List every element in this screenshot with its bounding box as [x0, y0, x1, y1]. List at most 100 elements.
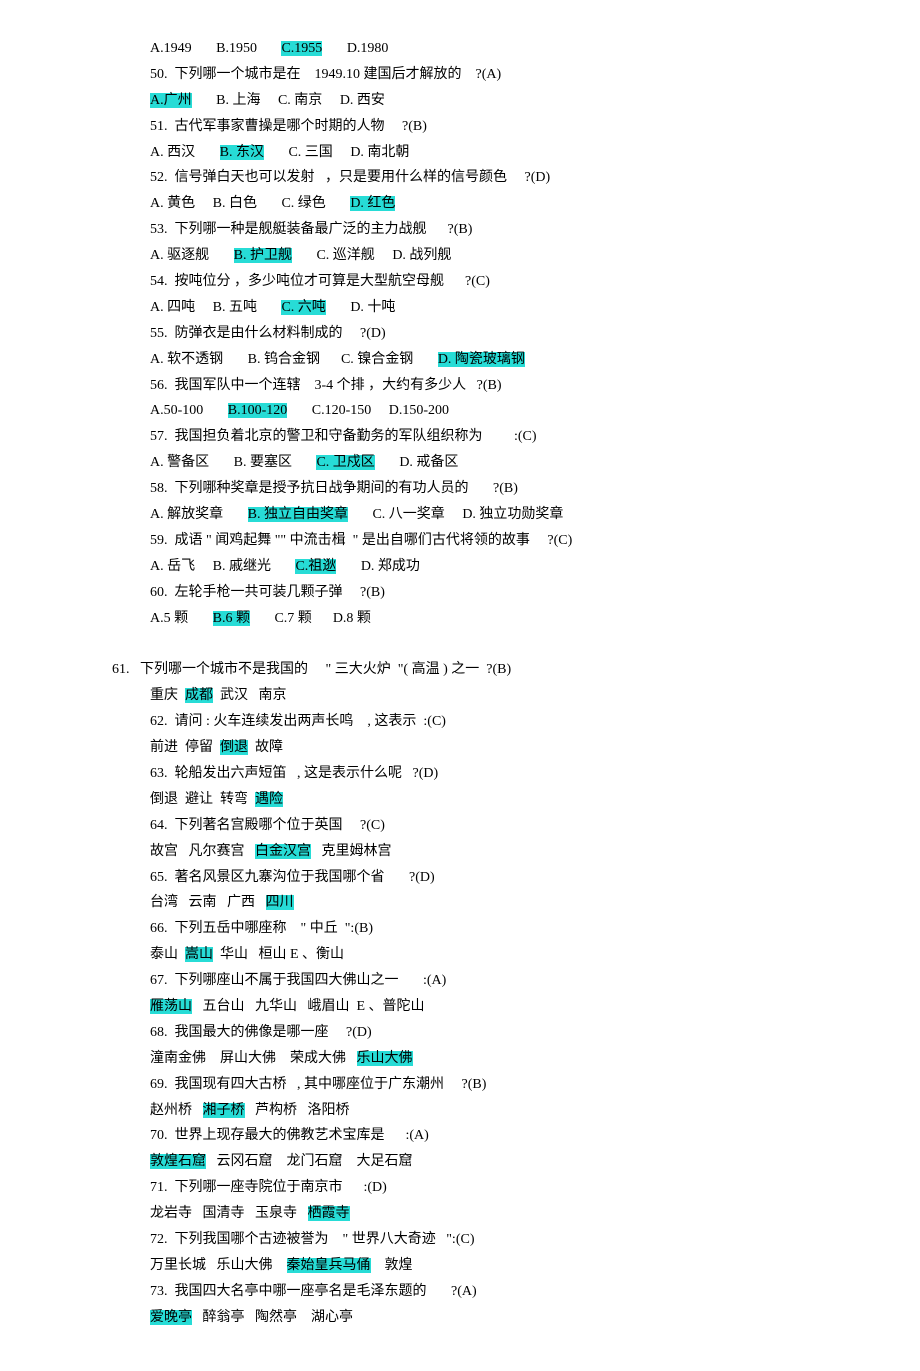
q64-ans: 白金汉宫 — [255, 844, 311, 859]
q53-a: A. 驱逐舰 — [150, 248, 209, 263]
q73-stem: 73. 我国四大名亭中哪一座亭名是毛泽东题的 ?(A) — [150, 1279, 860, 1305]
q68-ans: 乐山大佛 — [357, 1051, 413, 1066]
q60-stem: 60. 左轮手枪一共可装几颗子弹 ?(B) — [150, 580, 860, 606]
q63-stem: 63. 轮船发出六声短笛 , 这是表示什么呢 ?(D) — [150, 761, 860, 787]
q73-post: 醉翁亭 陶然亭 湖心亭 — [192, 1310, 353, 1325]
q55-b: B. 钨合金钢 — [248, 352, 320, 367]
q69-post: 芦构桥 洛阳桥 — [245, 1103, 350, 1118]
q55-stem: 55. 防弹衣是由什么材料制成的 ?(D) — [150, 321, 860, 347]
q51-b: B. 东汉 — [220, 145, 264, 160]
q55-d: D. 陶瓷玻璃钢 — [438, 352, 525, 367]
q62-ans: 倒退 — [220, 740, 248, 755]
q51-stem: 51. 古代军事家曹操是哪个时期的人物 ?(B) — [150, 114, 860, 140]
q49-c: C.1955 — [281, 41, 322, 56]
q62-stem: 62. 请问 : 火车连续发出两声长鸣 , 这表示 :(C) — [150, 709, 860, 735]
q67-stem: 67. 下列哪座山不属于我国四大佛山之一 :(A) — [150, 968, 860, 994]
q59-d: D. 郑成功 — [361, 559, 420, 574]
q73-ans: 爱晚亭 — [150, 1310, 192, 1325]
q58-c: C. 八一奖章 — [372, 507, 444, 522]
q60-d: D.8 颗 — [333, 611, 371, 626]
q72-stem: 72. 下列我国哪个古迹被誉为 " 世界八大奇迹 ":(C) — [150, 1227, 860, 1253]
q51-c: C. 三国 — [288, 145, 332, 160]
q57-d: D. 戒备区 — [399, 455, 458, 470]
q62-options: 前进 停留 倒退 故障 — [150, 735, 860, 761]
q65-ans: 四川 — [266, 895, 294, 910]
q56-d: D.150-200 — [389, 403, 449, 418]
q54-d: D. 十吨 — [350, 300, 395, 315]
q61-post: 武汉 南京 — [213, 688, 287, 703]
q50-stem: 50. 下列哪一个城市是在 1949.10 建国后才解放的 ?(A) — [150, 62, 860, 88]
q50-b: B. 上海 — [216, 93, 260, 108]
q51-options: A. 西汉 B. 东汉 C. 三国 D. 南北朝 — [150, 140, 860, 166]
q72-post: 敦煌 — [371, 1258, 413, 1273]
document-page: A.1949 B.1950 C.1955 D.1980 50. 下列哪一个城市是… — [0, 36, 920, 1331]
q66-stem: 66. 下列五岳中哪座称 " 中丘 ":(B) — [150, 916, 860, 942]
q72-options: 万里长城 乐山大佛 秦始皇兵马俑 敦煌 — [150, 1253, 860, 1279]
q54-options: A. 四吨 B. 五吨 C. 六吨 D. 十吨 — [150, 295, 860, 321]
q49-b: B.1950 — [216, 41, 257, 56]
q65-pre: 台湾 云南 广西 — [150, 895, 266, 910]
q59-c: C.祖逖 — [295, 559, 336, 574]
q60-c: C.7 颗 — [274, 611, 311, 626]
q67-ans: 雁荡山 — [150, 999, 192, 1014]
q57-b: B. 要塞区 — [234, 455, 292, 470]
q51-d: D. 南北朝 — [350, 145, 409, 160]
q60-b: B.6 颗 — [213, 611, 250, 626]
q50-d: D. 西安 — [340, 93, 385, 108]
q49-options: A.1949 B.1950 C.1955 D.1980 — [150, 36, 860, 62]
q58-stem: 58. 下列哪种奖章是授予抗日战争期间的有功人员的 ?(B) — [150, 476, 860, 502]
q72-pre: 万里长城 乐山大佛 — [150, 1258, 287, 1273]
q58-b: B. 独立自由奖章 — [248, 507, 348, 522]
q70-stem: 70. 世界上现存最大的佛教艺术宝库是 :(A) — [150, 1123, 860, 1149]
q71-stem: 71. 下列哪一座寺院位于南京市 :(D) — [150, 1175, 860, 1201]
q61-pre: 重庆 — [150, 688, 185, 703]
q57-options: A. 警备区 B. 要塞区 C. 卫戍区 D. 戒备区 — [150, 450, 860, 476]
q61-options: 重庆 成都 武汉 南京 — [150, 683, 860, 709]
q72-ans: 秦始皇兵马俑 — [287, 1258, 371, 1273]
q55-options: A. 软不透钢 B. 钨合金钢 C. 镍合金钢 D. 陶瓷玻璃钢 — [150, 347, 860, 373]
q56-stem: 56. 我国军队中一个连辖 3-4 个排 ，大约有多少人 ?(B) — [150, 373, 860, 399]
q58-d: D. 独立功勋奖章 — [462, 507, 563, 522]
q56-options: A.50-100 B.100-120 C.120-150 D.150-200 — [150, 398, 860, 424]
q59-b: B. 戚继光 — [213, 559, 271, 574]
q50-options: A.广州 B. 上海 C. 南京 D. 西安 — [150, 88, 860, 114]
q56-a: A.50-100 — [150, 403, 203, 418]
q70-options: 敦煌石窟 云冈石窟 龙门石窟 大足石窟 — [150, 1149, 860, 1175]
q49-d: D.1980 — [347, 41, 389, 56]
q54-a: A. 四吨 — [150, 300, 195, 315]
q56-b: B.100-120 — [228, 403, 288, 418]
q67-post: 五台山 九华山 峨眉山 E 、普陀山 — [192, 999, 425, 1014]
q62-post: 故障 — [248, 740, 283, 755]
q70-post: 云冈石窟 龙门石窟 大足石窟 — [206, 1154, 413, 1169]
q70-ans: 敦煌石窟 — [150, 1154, 206, 1169]
q60-a: A.5 颗 — [150, 611, 188, 626]
q68-stem: 68. 我国最大的佛像是哪一座 ?(D) — [150, 1020, 860, 1046]
q68-options: 潼南金佛 屏山大佛 荣成大佛 乐山大佛 — [150, 1046, 860, 1072]
q61-ans: 成都 — [185, 688, 213, 703]
q49-a: A.1949 — [150, 41, 192, 56]
q64-stem: 64. 下列著名宫殿哪个位于英国 ?(C) — [150, 813, 860, 839]
blank-line — [150, 631, 860, 657]
q52-c: C. 绿色 — [281, 196, 325, 211]
q56-c: C.120-150 — [312, 403, 372, 418]
q58-options: A. 解放奖章 B. 独立自由奖章 C. 八一奖章 D. 独立功勋奖章 — [150, 502, 860, 528]
q55-a: A. 软不透钢 — [150, 352, 223, 367]
q52-options: A. 黄色 B. 白色 C. 绿色 D. 红色 — [150, 191, 860, 217]
q59-options: A. 岳飞 B. 戚继光 C.祖逖 D. 郑成功 — [150, 554, 860, 580]
q54-b: B. 五吨 — [213, 300, 257, 315]
q53-d: D. 战列舰 — [392, 248, 451, 263]
q52-d: D. 红色 — [350, 196, 395, 211]
q54-c: C. 六吨 — [281, 300, 325, 315]
q69-ans: 湘子桥 — [203, 1103, 245, 1118]
q63-options: 倒退 避让 转弯 遇险 — [150, 787, 860, 813]
q59-a: A. 岳飞 — [150, 559, 195, 574]
q51-a: A. 西汉 — [150, 145, 195, 160]
q57-a: A. 警备区 — [150, 455, 209, 470]
q69-options: 赵州桥 湘子桥 芦构桥 洛阳桥 — [150, 1098, 860, 1124]
q62-pre: 前进 停留 — [150, 740, 220, 755]
q71-options: 龙岩寺 国清寺 玉泉寺 栖霞寺 — [150, 1201, 860, 1227]
q63-pre: 倒退 避让 转弯 — [150, 792, 255, 807]
q71-ans: 栖霞寺 — [308, 1206, 350, 1221]
q65-options: 台湾 云南 广西 四川 — [150, 890, 860, 916]
q66-ans: 嵩山 — [185, 947, 213, 962]
